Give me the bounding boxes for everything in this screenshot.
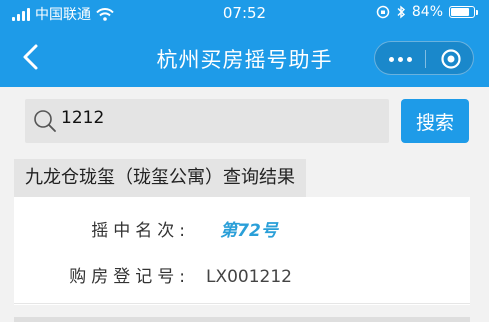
row-divider <box>14 303 470 304</box>
top-bar: 中国联通 07:52 84% 杭州买房摇号助手 <box>0 0 489 87</box>
nav-bar: 杭州买房摇号助手 <box>0 26 489 87</box>
battery-icon <box>449 6 478 18</box>
result-title: 九龙仓珑玺（珑玺公寓）查询结果 <box>14 159 306 197</box>
result-row-rank: 摇中名次: 第72号 <box>14 205 470 257</box>
orientation-lock-icon <box>376 5 390 19</box>
result-card: 摇中名次: 第72号 购房登记号: LX001212 <box>14 197 470 305</box>
search-input[interactable] <box>61 105 381 131</box>
search-icon <box>34 110 56 132</box>
more-dot-icon <box>406 56 412 62</box>
close-button[interactable] <box>426 42 475 76</box>
target-close-icon <box>440 49 461 69</box>
result-row-registration: 购房登记号: LX001212 <box>14 251 470 303</box>
battery-percent: 84% <box>411 4 443 20</box>
bottom-strip <box>14 317 470 322</box>
more-button[interactable] <box>375 42 425 76</box>
registration-value: LX001212 <box>205 267 292 287</box>
rank-value: 第72号 <box>220 221 278 241</box>
mini-program-capsule <box>374 41 474 75</box>
more-dot-icon <box>388 56 394 62</box>
status-right: 84% <box>376 4 478 20</box>
status-bar: 中国联通 07:52 84% <box>0 0 489 26</box>
more-dot-icon <box>397 56 403 62</box>
bluetooth-icon <box>397 5 405 19</box>
search-button[interactable]: 搜索 <box>401 99 469 143</box>
search-box <box>25 99 389 143</box>
